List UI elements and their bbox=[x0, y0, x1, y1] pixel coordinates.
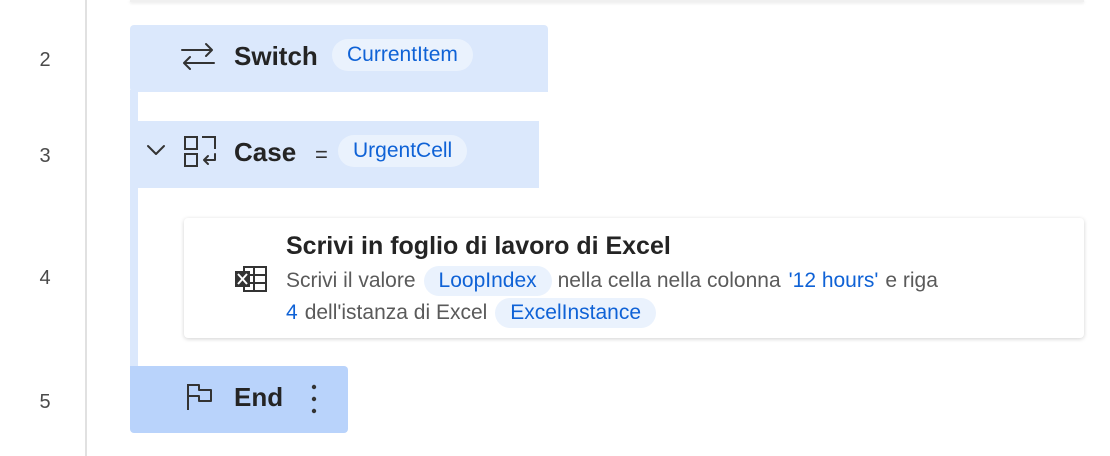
line-number: 4 bbox=[39, 267, 51, 289]
switch-arrows-icon bbox=[180, 42, 216, 75]
case-action[interactable]: Case = UrgentCell bbox=[130, 121, 539, 188]
action-title: Scrivi in foglio di lavoro di Excel bbox=[286, 232, 671, 260]
value-variable-token[interactable]: LoopIndex bbox=[423, 266, 552, 296]
action-description-line-1: Scrivi il valore LoopIndex nella cella n… bbox=[286, 266, 938, 296]
gutter-divider bbox=[85, 0, 87, 456]
action-desc-text: e riga bbox=[885, 269, 938, 292]
excel-write-icon bbox=[234, 265, 268, 298]
flag-icon bbox=[185, 382, 215, 417]
more-vertical-icon[interactable] bbox=[309, 382, 319, 421]
end-keyword: End bbox=[234, 382, 284, 412]
case-keyword: Case bbox=[234, 137, 297, 167]
end-action[interactable]: End bbox=[130, 366, 348, 433]
case-operator: = bbox=[315, 142, 328, 167]
write-excel-action-card[interactable]: Scrivi in foglio di lavoro di Excel Scri… bbox=[184, 218, 1084, 338]
line-number: 2 bbox=[39, 49, 51, 71]
previous-action-card[interactable] bbox=[130, 0, 1084, 2]
column-literal: '12 hours' bbox=[788, 269, 879, 292]
instance-variable-token[interactable]: ExcelInstance bbox=[495, 298, 657, 328]
switch-keyword: Switch bbox=[234, 41, 318, 71]
action-desc-text: Scrivi il valore bbox=[286, 269, 416, 292]
row-literal: 4 bbox=[286, 301, 298, 324]
switch-action[interactable]: Switch CurrentItem bbox=[130, 25, 548, 92]
case-variable-token[interactable]: UrgentCell bbox=[338, 135, 468, 167]
action-desc-text: dell'istanza di Excel bbox=[304, 301, 488, 324]
line-number: 3 bbox=[39, 145, 51, 167]
switch-variable-token[interactable]: CurrentItem bbox=[332, 39, 473, 71]
line-number: 5 bbox=[39, 391, 51, 413]
action-desc-text: nella cella nella colonna bbox=[557, 269, 781, 292]
case-icon bbox=[183, 135, 217, 174]
chevron-down-icon[interactable] bbox=[146, 143, 166, 162]
action-description-line-2: 4 dell'istanza di Excel ExcelInstance bbox=[286, 298, 662, 328]
